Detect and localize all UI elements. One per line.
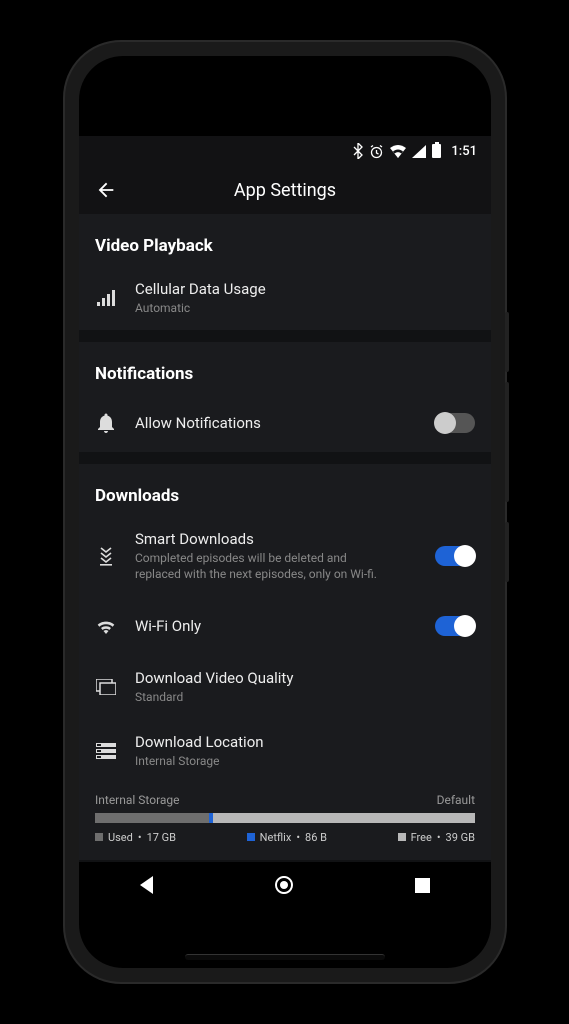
alarm-icon bbox=[369, 144, 384, 159]
storage-label: Internal Storage bbox=[95, 793, 180, 807]
legend-swatch bbox=[247, 833, 255, 841]
row-download-location[interactable]: Download Location Internal Storage bbox=[79, 719, 491, 783]
row-subtitle: Internal Storage bbox=[135, 753, 395, 769]
page-title: App Settings bbox=[234, 180, 336, 201]
section-divider bbox=[79, 330, 491, 342]
row-title: Wi-Fi Only bbox=[135, 617, 417, 635]
row-title: Allow Notifications bbox=[135, 414, 417, 432]
back-button[interactable] bbox=[95, 179, 119, 201]
storage-bar bbox=[95, 813, 475, 823]
phone-side-button bbox=[505, 382, 509, 502]
toggle-allow-notifications[interactable] bbox=[435, 413, 475, 433]
row-cellular-data[interactable]: Cellular Data Usage Automatic bbox=[79, 266, 491, 330]
phone-frame: 1:51 App Settings Video Playback Cell bbox=[65, 42, 505, 982]
row-title: Cellular Data Usage bbox=[135, 280, 475, 298]
smart-download-icon bbox=[95, 546, 117, 566]
phone-side-button bbox=[505, 522, 509, 582]
app-header: App Settings bbox=[79, 166, 491, 214]
legend-used: Used • 17 GB bbox=[95, 831, 176, 844]
wifi-icon bbox=[95, 618, 117, 634]
row-subtitle: Standard bbox=[135, 689, 395, 705]
battery-icon bbox=[432, 144, 441, 158]
content-scroll[interactable]: Video Playback Cellular Data Usage Autom… bbox=[79, 214, 491, 862]
row-title: Download Video Quality bbox=[135, 669, 475, 687]
legend-free: Free • 39 GB bbox=[398, 831, 475, 844]
row-subtitle: Automatic bbox=[135, 300, 395, 316]
wifi-icon bbox=[390, 145, 406, 158]
row-smart-downloads[interactable]: Smart Downloads Completed episodes will … bbox=[79, 516, 491, 596]
phone-speaker-bottom bbox=[185, 954, 385, 960]
row-allow-notifications[interactable]: Allow Notifications bbox=[79, 394, 491, 452]
row-title: Smart Downloads bbox=[135, 530, 417, 548]
quality-icon bbox=[95, 679, 117, 695]
storage-meter: Internal Storage Default Used • 17 bbox=[79, 783, 491, 848]
nav-back-button[interactable] bbox=[140, 876, 153, 894]
storage-segment-used bbox=[95, 813, 209, 823]
status-bar: 1:51 bbox=[79, 136, 491, 166]
row-download-quality[interactable]: Download Video Quality Standard bbox=[79, 655, 491, 719]
row-subtitle: Completed episodes will be deleted and r… bbox=[135, 550, 395, 582]
status-time: 1:51 bbox=[451, 144, 477, 159]
storage-segment-free bbox=[213, 813, 475, 823]
row-wifi-only[interactable]: Wi-Fi Only bbox=[79, 597, 491, 655]
toggle-smart-downloads[interactable] bbox=[435, 546, 475, 566]
cellular-bars-icon bbox=[95, 290, 117, 306]
section-header-playback: Video Playback bbox=[79, 214, 491, 266]
toggle-wifi-only[interactable] bbox=[435, 616, 475, 636]
row-title: Download Location bbox=[135, 733, 475, 751]
legend-swatch bbox=[95, 833, 103, 841]
bell-icon bbox=[95, 413, 117, 433]
system-nav-bar bbox=[79, 862, 491, 908]
legend-swatch bbox=[398, 833, 406, 841]
section-header-downloads: Downloads bbox=[79, 464, 491, 516]
phone-side-button bbox=[505, 312, 509, 372]
section-divider bbox=[79, 452, 491, 464]
storage-right-label: Default bbox=[437, 793, 475, 807]
storage-icon bbox=[95, 743, 117, 759]
legend-netflix: Netflix • 86 B bbox=[247, 831, 327, 844]
bluetooth-icon bbox=[353, 143, 363, 159]
nav-recents-button[interactable] bbox=[415, 878, 430, 893]
cellular-icon bbox=[412, 145, 426, 158]
section-header-notifications: Notifications bbox=[79, 342, 491, 394]
screen: 1:51 App Settings Video Playback Cell bbox=[79, 136, 491, 908]
nav-home-button[interactable] bbox=[275, 876, 293, 894]
